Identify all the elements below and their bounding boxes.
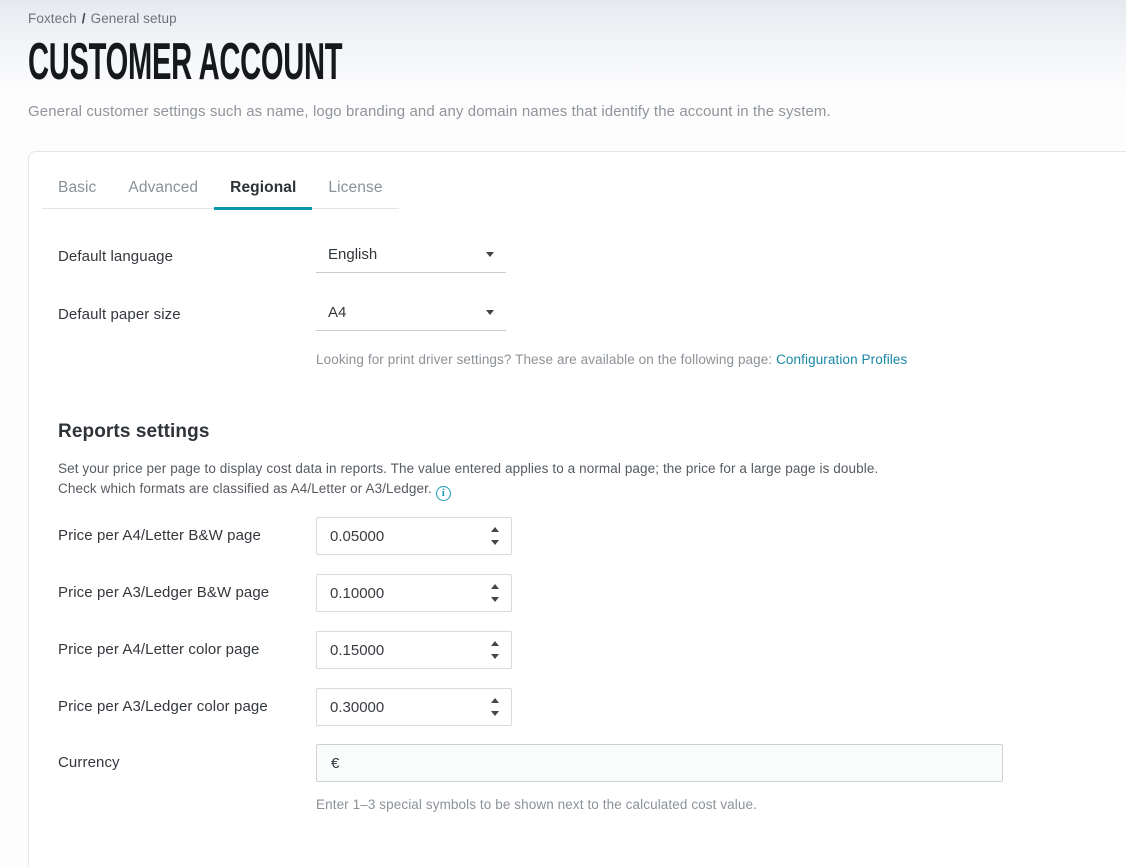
tab-advanced[interactable]: Advanced xyxy=(112,168,214,208)
currency-input[interactable] xyxy=(317,745,1002,781)
print-driver-note: Looking for print driver settings? These… xyxy=(316,352,907,367)
chevron-down-icon xyxy=(486,310,494,315)
price-a4-color-spinner xyxy=(490,632,500,668)
price-a3-bw-spinner xyxy=(490,575,500,611)
price-row-a4-color: Price per A4/Letter color page xyxy=(29,631,1126,669)
price-a4-color-box xyxy=(316,631,512,669)
configuration-profiles-link[interactable]: Configuration Profiles xyxy=(776,352,907,367)
currency-box xyxy=(316,744,1003,782)
spinner-down-icon[interactable] xyxy=(490,711,500,717)
default-paper-size-select[interactable]: A4 xyxy=(316,294,506,331)
spinner-up-icon[interactable] xyxy=(490,641,500,647)
price-a3-color-box xyxy=(316,688,512,726)
chevron-down-icon xyxy=(486,252,494,257)
breadcrumb-current: General setup xyxy=(91,11,177,26)
spinner-up-icon[interactable] xyxy=(490,527,500,533)
price-row-a3-bw: Price per A3/Ledger B&W page xyxy=(29,574,1126,612)
customer-account-page: Foxtech / General setup CUSTOMER ACCOUNT G… xyxy=(0,0,1126,867)
price-a3-bw-label: Price per A3/Ledger B&W page xyxy=(58,584,269,601)
info-icon[interactable] xyxy=(436,486,451,501)
spinner-down-icon[interactable] xyxy=(490,597,500,603)
spinner-up-icon[interactable] xyxy=(490,698,500,704)
currency-label: Currency xyxy=(58,754,120,771)
tab-license[interactable]: License xyxy=(312,168,398,208)
breadcrumb-root[interactable]: Foxtech xyxy=(28,11,77,26)
breadcrumb: Foxtech / General setup xyxy=(28,11,177,26)
tab-basic[interactable]: Basic xyxy=(42,168,112,208)
reports-settings-heading: Reports settings xyxy=(58,421,210,443)
reports-settings-description: Set your price per page to display cost … xyxy=(58,459,878,501)
spinner-down-icon[interactable] xyxy=(490,540,500,546)
price-a4-bw-box xyxy=(316,517,512,555)
spinner-up-icon[interactable] xyxy=(490,584,500,590)
price-a3-color-spinner xyxy=(490,689,500,725)
price-a4-color-label: Price per A4/Letter color page xyxy=(58,641,259,658)
default-paper-size-value: A4 xyxy=(328,304,486,321)
price-a3-bw-box xyxy=(316,574,512,612)
breadcrumb-separator: / xyxy=(82,11,86,26)
price-a4-bw-label: Price per A4/Letter B&W page xyxy=(58,527,261,544)
price-a4-bw-spinner xyxy=(490,518,500,554)
reports-description-line2: Check which formats are classified as A4… xyxy=(58,481,432,496)
currency-helper-text: Enter 1–3 special symbols to be shown ne… xyxy=(316,797,757,812)
price-a3-color-input[interactable] xyxy=(317,689,477,725)
default-language-value: English xyxy=(328,246,486,263)
price-a4-color-input[interactable] xyxy=(317,632,477,668)
default-paper-size-label: Default paper size xyxy=(58,306,181,323)
price-a3-bw-input[interactable] xyxy=(317,575,477,611)
default-language-select[interactable]: English xyxy=(316,236,506,273)
page-subtitle: General customer settings such as name, … xyxy=(28,103,831,120)
spinner-down-icon[interactable] xyxy=(490,654,500,660)
tab-regional[interactable]: Regional xyxy=(214,168,312,208)
print-driver-note-text: Looking for print driver settings? These… xyxy=(316,352,776,367)
currency-row: Currency xyxy=(29,744,1126,782)
price-a3-color-label: Price per A3/Ledger color page xyxy=(58,698,268,715)
reports-description-line1: Set your price per page to display cost … xyxy=(58,461,878,476)
settings-card: Basic Advanced Regional License Default … xyxy=(28,151,1126,867)
page-title: CUSTOMER ACCOUNT xyxy=(28,39,342,85)
price-row-a3-color: Price per A3/Ledger color page xyxy=(29,688,1126,726)
tab-bar: Basic Advanced Regional License xyxy=(42,168,399,209)
price-row-a4-bw: Price per A4/Letter B&W page xyxy=(29,517,1126,555)
price-a4-bw-input[interactable] xyxy=(317,518,477,554)
default-language-label: Default language xyxy=(58,248,173,265)
